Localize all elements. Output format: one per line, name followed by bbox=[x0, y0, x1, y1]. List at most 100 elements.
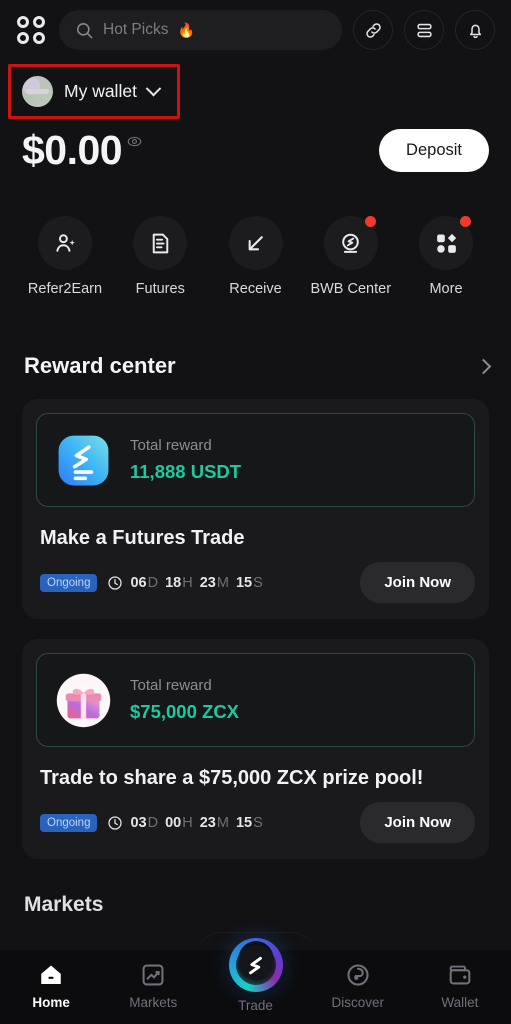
reward-card[interactable]: Total reward 11,888 USDT Make a Futures … bbox=[22, 399, 489, 619]
countdown-unit: D bbox=[147, 574, 159, 591]
quick-action-futures[interactable]: Futures bbox=[121, 216, 199, 297]
countdown-value: 23 bbox=[199, 574, 216, 591]
chart-icon bbox=[142, 964, 164, 986]
quick-action-receive[interactable]: Receive bbox=[217, 216, 295, 297]
countdown-value: 15 bbox=[235, 814, 253, 831]
nav-label: Markets bbox=[129, 995, 178, 1010]
quick-action-label: Receive bbox=[229, 281, 282, 297]
reward-amount: 11,888 USDT bbox=[130, 461, 242, 482]
balance-amount: $0.00 bbox=[22, 127, 123, 173]
countdown-unit: S bbox=[253, 814, 263, 831]
reward-label: Total reward bbox=[130, 677, 212, 694]
countdown-unit: H bbox=[182, 814, 193, 831]
quick-action-label: Futures bbox=[135, 281, 185, 297]
countdown-value: 06 bbox=[130, 574, 147, 591]
badge-dot bbox=[460, 216, 471, 227]
bitget-app-icon bbox=[58, 435, 109, 485]
link-button[interactable] bbox=[353, 10, 393, 50]
chevron-right-icon[interactable] bbox=[475, 358, 492, 374]
nav-item-discover[interactable]: Discover bbox=[307, 962, 409, 1010]
reward-card-banner: Total reward $75,000 ZCX bbox=[36, 653, 475, 747]
nav-item-trade[interactable]: Trade bbox=[204, 938, 306, 1013]
countdown-value: 23 bbox=[199, 814, 216, 831]
bwb-logo-icon bbox=[342, 233, 360, 253]
link-icon bbox=[365, 22, 381, 38]
home-icon bbox=[41, 965, 61, 984]
user-add-icon bbox=[55, 233, 75, 252]
search-input[interactable]: Hot Picks 🔥 bbox=[59, 10, 342, 50]
nav-label: Discover bbox=[331, 995, 384, 1010]
status-badge: Ongoing bbox=[40, 813, 98, 832]
nav-item-markets[interactable]: Markets bbox=[102, 962, 204, 1010]
countdown-unit: M bbox=[216, 574, 229, 591]
next-section-title: Markets bbox=[24, 893, 104, 916]
search-placeholder: Hot Picks bbox=[103, 21, 169, 38]
nav-item-home[interactable]: Home bbox=[0, 962, 102, 1010]
wallet-icon bbox=[449, 965, 471, 985]
action-circle bbox=[38, 216, 92, 270]
clock-icon bbox=[108, 575, 123, 590]
quick-action-bwb-center[interactable]: BWB Center bbox=[310, 216, 392, 297]
countdown-value: 18 bbox=[165, 574, 182, 591]
top-bar: Hot Picks 🔥 bbox=[0, 0, 511, 54]
deposit-button[interactable]: Deposit bbox=[379, 129, 489, 172]
quick-action-more[interactable]: More bbox=[407, 216, 485, 297]
quick-action-refer2earn[interactable]: Refer2Earn bbox=[26, 216, 104, 297]
search-icon bbox=[76, 22, 93, 38]
quick-actions: Refer2Earn Futures Receive BWB Center Mo… bbox=[0, 172, 511, 297]
flame-icon: 🔥 bbox=[177, 21, 195, 38]
bitget-logo-icon bbox=[228, 938, 283, 992]
wallet-selector-area: My wallet bbox=[0, 64, 511, 119]
gift-icon bbox=[56, 673, 111, 727]
reward-label: Total reward bbox=[130, 437, 212, 454]
document-icon bbox=[152, 233, 169, 253]
action-circle bbox=[133, 216, 188, 270]
action-circle bbox=[323, 216, 378, 270]
reward-card-footer: Ongoing 03D 00H 23M 15S Join Now bbox=[36, 790, 475, 859]
wallet-selector[interactable]: My wallet bbox=[16, 68, 169, 115]
nav-label: Wallet bbox=[441, 995, 479, 1010]
list-button[interactable] bbox=[404, 10, 444, 50]
join-now-button[interactable]: Join Now bbox=[360, 562, 475, 603]
compass-icon bbox=[347, 964, 369, 986]
grid-circles-icon[interactable] bbox=[14, 13, 48, 47]
action-circle bbox=[419, 216, 473, 270]
reward-card-footer: Ongoing 06D 18H 23M 15S Join Now bbox=[36, 550, 475, 619]
eye-icon[interactable] bbox=[127, 134, 142, 154]
nav-label: Home bbox=[32, 995, 70, 1010]
notifications-button[interactable] bbox=[455, 10, 495, 50]
countdown-timer: 06D 18H 23M 15S bbox=[107, 574, 263, 591]
reward-amount: $75,000 ZCX bbox=[130, 701, 240, 722]
nav-item-wallet[interactable]: Wallet bbox=[409, 962, 511, 1010]
reward-card-title: Make a Futures Trade bbox=[40, 527, 245, 549]
countdown-unit: S bbox=[253, 574, 263, 591]
countdown-unit: D bbox=[147, 814, 159, 831]
wallet-name: My wallet bbox=[64, 81, 137, 101]
countdown-unit: M bbox=[216, 814, 229, 831]
more-grid-icon bbox=[436, 233, 456, 253]
bell-icon bbox=[469, 24, 481, 38]
clock-icon bbox=[108, 815, 123, 830]
action-circle bbox=[228, 216, 283, 270]
countdown-unit: H bbox=[182, 574, 193, 591]
status-badge: Ongoing bbox=[40, 573, 98, 592]
quick-action-label: More bbox=[429, 281, 463, 297]
countdown-value: 15 bbox=[235, 574, 253, 591]
countdown-value: 00 bbox=[165, 814, 182, 831]
balance-row: $0.00 Deposit bbox=[0, 115, 511, 172]
quick-action-label: Refer2Earn bbox=[27, 281, 103, 297]
reward-center-header[interactable]: Reward center bbox=[0, 297, 511, 379]
chevron-down-icon bbox=[145, 80, 162, 97]
app-screen: Hot Picks 🔥 My wallet $0.00 Deposit Refe… bbox=[0, 0, 511, 1024]
countdown-value: 03 bbox=[130, 814, 147, 831]
reward-card[interactable]: Total reward $75,000 ZCX Trade to share … bbox=[22, 639, 489, 859]
quick-action-label: BWB Center bbox=[310, 281, 392, 297]
join-now-button[interactable]: Join Now bbox=[360, 802, 475, 843]
badge-dot bbox=[364, 216, 376, 227]
reward-card-title: Trade to share a $75,000 ZCX prize pool! bbox=[40, 767, 424, 789]
nav-label: Trade bbox=[238, 998, 273, 1013]
list-rows-icon bbox=[416, 23, 432, 37]
arrow-down-left-icon bbox=[248, 235, 263, 250]
avatar bbox=[22, 76, 53, 107]
countdown-timer: 03D 00H 23M 15S bbox=[107, 814, 263, 831]
